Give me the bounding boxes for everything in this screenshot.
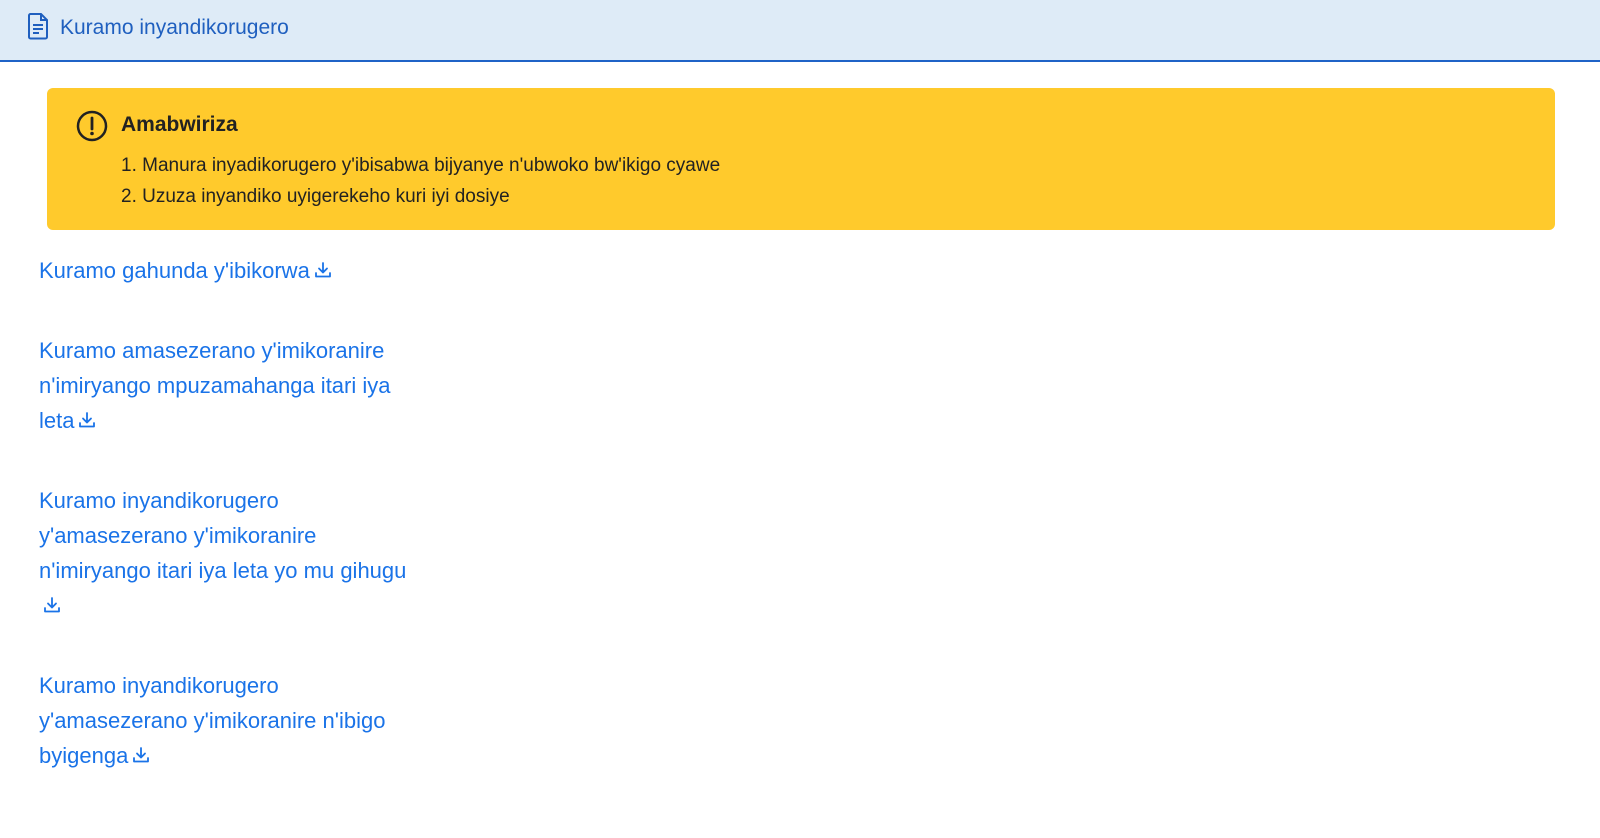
download-icon [133, 747, 150, 763]
download-local-ngo-agreement-link[interactable]: Kuramo inyandikorugero y'amasezerano y'i… [39, 483, 419, 623]
download-link-label: Kuramo gahunda y'ibikorwa [39, 258, 310, 283]
download-action-plan-link[interactable]: Kuramo gahunda y'ibikorwa [39, 253, 419, 288]
page-header: Kuramo inyandikorugero [0, 0, 1600, 62]
instruction-item: 2. Uzuza inyandiko uyigerekeho kuri iyi … [121, 186, 510, 207]
download-icon [79, 412, 96, 428]
instructions-title: Amabwiriza [121, 113, 238, 136]
document-icon [28, 13, 48, 40]
download-link-label: Kuramo inyandikorugero y'amasezerano y'i… [39, 673, 386, 768]
download-links: Kuramo gahunda y'ibikorwa Kuramo amaseze… [39, 253, 419, 818]
download-private-company-agreement-link[interactable]: Kuramo inyandikorugero y'amasezerano y'i… [39, 668, 419, 773]
download-link-label: Kuramo inyandikorugero y'amasezerano y'i… [39, 488, 407, 583]
download-icon [44, 597, 60, 613]
download-icon [314, 262, 331, 278]
instruction-item: 1. Manura inyadikorugero y'ibisabwa bijy… [121, 155, 721, 176]
page-title: Kuramo inyandikorugero [60, 16, 289, 39]
download-international-ngo-agreement-link[interactable]: Kuramo amasezerano y'imikoranire n'imiry… [39, 333, 419, 438]
exclamation-circle-icon [76, 110, 108, 142]
instructions-alert: Amabwiriza 1. Manura inyadikorugero y'ib… [47, 88, 1555, 230]
instructions-list: 1. Manura inyadikorugero y'ibisabwa bijy… [121, 150, 720, 212]
